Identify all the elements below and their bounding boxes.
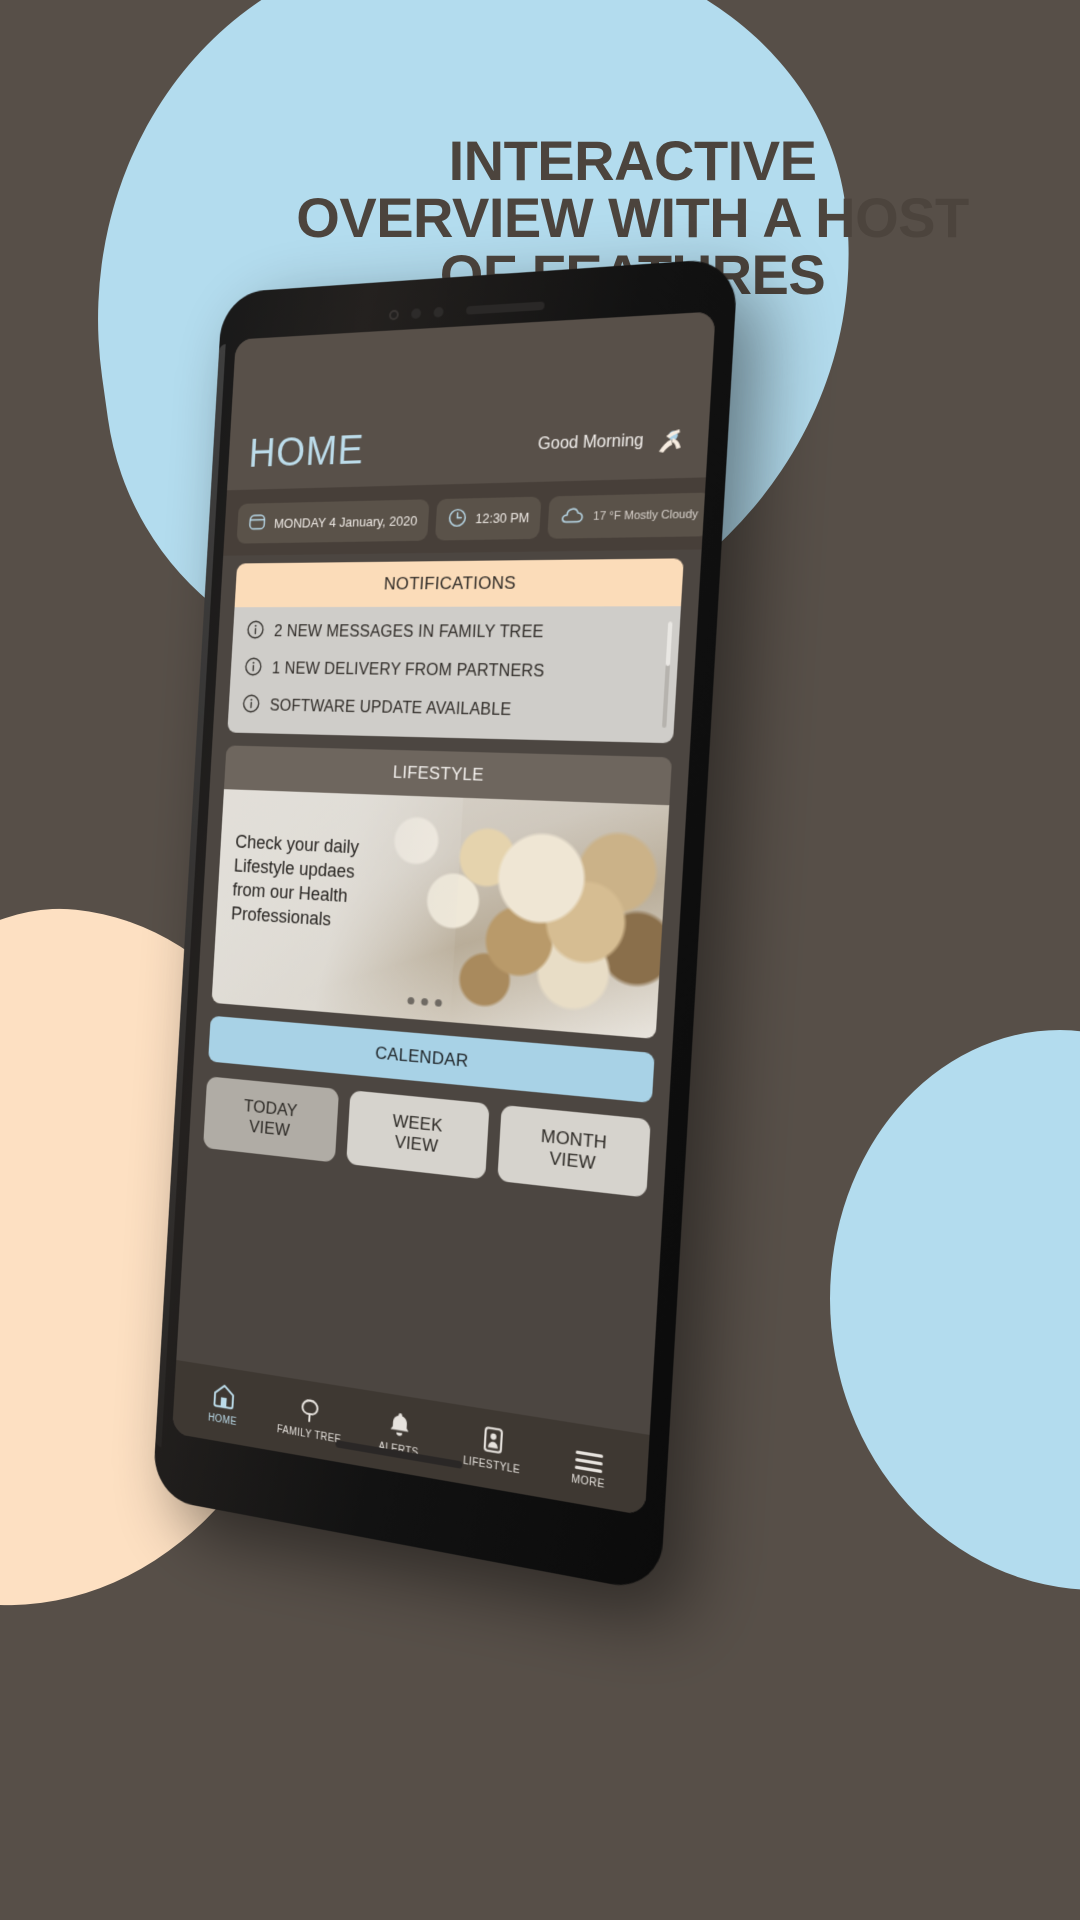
phone-mockup: HOME Good Morning MONDAY 4 January, 2020… (152, 258, 738, 1594)
sensor-icon (410, 308, 420, 319)
page-title: HOME (248, 430, 365, 474)
promo-headline-line-2: OVERVIEW WITH A HOST (185, 189, 1080, 246)
clock-icon (446, 507, 468, 532)
list-item[interactable]: SOFTWARE UPDATE AVAILABLE (241, 693, 665, 728)
weather-value: 17 °F Mostly Cloudy (593, 508, 699, 523)
person-stretching-icon (651, 424, 685, 458)
tab-more-label: MORE (571, 1474, 605, 1491)
family-tree-icon (296, 1392, 324, 1427)
tab-family-tree[interactable]: FAMILY TREE (265, 1387, 356, 1448)
tab-lifestyle[interactable]: LIFESTYLE (444, 1416, 542, 1480)
greeting-block: Good Morning (537, 424, 685, 465)
info-icon (243, 656, 264, 682)
month-view-button[interactable]: MONTH VIEW (498, 1105, 651, 1198)
sensor-icon (433, 307, 443, 318)
promo-headline-line-1: INTERACTIVE (185, 132, 1080, 189)
carousel-dot[interactable] (435, 999, 442, 1007)
info-icon (245, 619, 266, 645)
date-value: MONDAY 4 January, 2020 (274, 512, 418, 530)
info-icon (241, 693, 262, 719)
lifestyle-banner-image[interactable]: Check your daily Lifestyle updaes from o… (212, 789, 670, 1039)
greeting-text: Good Morning (537, 432, 644, 455)
main-content: NOTIFICATIONS 2 NEW MESSAGES IN FAMILY T… (176, 549, 701, 1435)
lifestyle-card: LIFESTYLE Check your daily Lifestyle upd… (212, 745, 673, 1039)
date-chip[interactable]: MONDAY 4 January, 2020 (236, 499, 429, 543)
home-icon (210, 1378, 237, 1412)
phone-body: HOME Good Morning MONDAY 4 January, 2020… (152, 258, 738, 1594)
tab-more[interactable]: MORE (539, 1431, 640, 1497)
sensor-icon (388, 310, 398, 321)
list-item[interactable]: 1 NEW DELIVERY FROM PARTNERS (243, 656, 667, 688)
notifications-list: 2 NEW MESSAGES IN FAMILY TREE 1 NEW DELI… (227, 606, 681, 743)
carousel-dots[interactable] (407, 997, 442, 1007)
weather-chip[interactable]: 17 °F Mostly Cloudy (547, 493, 711, 539)
cloud-icon (559, 505, 585, 530)
person-icon (478, 1421, 508, 1457)
list-item[interactable]: 2 NEW MESSAGES IN FAMILY TREE (245, 619, 669, 647)
notifications-title: NOTIFICATIONS (235, 558, 684, 607)
phone-screen: HOME Good Morning MONDAY 4 January, 2020… (172, 311, 716, 1515)
week-view-button[interactable]: WEEK VIEW (346, 1090, 490, 1179)
time-value: 12:30 PM (475, 511, 530, 527)
lifestyle-promo-text: Check your daily Lifestyle updaes from o… (230, 830, 375, 935)
tab-lifestyle-label: LIFESTYLE (463, 1455, 521, 1476)
notification-text: 1 NEW DELIVERY FROM PARTNERS (271, 660, 545, 681)
status-chip-row: MONDAY 4 January, 2020 12:30 PM 17 °F Mo… (223, 477, 706, 555)
notification-text: SOFTWARE UPDATE AVAILABLE (269, 697, 512, 720)
notifications-card: NOTIFICATIONS 2 NEW MESSAGES IN FAMILY T… (227, 558, 684, 743)
earpiece-speaker (465, 301, 544, 314)
time-chip[interactable]: 12:30 PM (435, 497, 542, 541)
tab-home[interactable]: HOME (180, 1373, 268, 1433)
bell-icon (385, 1406, 414, 1442)
calendar-icon (247, 511, 268, 535)
carousel-dot[interactable] (421, 998, 428, 1006)
today-view-button[interactable]: TODAY VIEW (203, 1076, 339, 1162)
tab-family-tree-label: FAMILY TREE (277, 1424, 342, 1446)
notification-text: 2 NEW MESSAGES IN FAMILY TREE (274, 623, 545, 642)
carousel-dot[interactable] (407, 997, 414, 1005)
menu-icon (575, 1436, 604, 1473)
decorative-blob-blue-right (830, 1030, 1080, 1590)
tab-home-label: HOME (208, 1412, 237, 1428)
